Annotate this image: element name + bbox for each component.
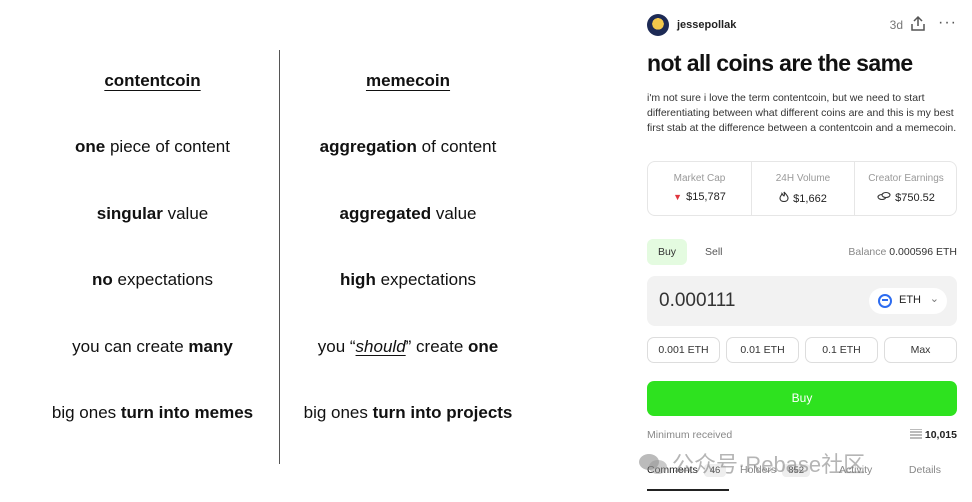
tab-details[interactable]: Details: [909, 464, 941, 476]
flame-icon: [779, 191, 789, 205]
coin-panel: jessepollak 3d ··· not all coins are the…: [647, 0, 963, 502]
max-button[interactable]: Max: [884, 337, 957, 363]
contentcoin-row: big ones turn into memes: [51, 403, 254, 422]
stats-card: Market Cap ▼ $15,787 24H Volume $1,662 Cr…: [647, 161, 957, 216]
watermark: 公众号·Rebase社区: [638, 447, 865, 483]
post-age: 3d: [889, 18, 903, 32]
stat-value-row: $750.52: [855, 191, 957, 204]
contentcoin-column: contentcoin one piece of content singula…: [20, 0, 285, 502]
more-options-icon[interactable]: ···: [938, 14, 957, 32]
post-header: jessepollak 3d ···: [647, 12, 963, 40]
memecoin-column: memecoin aggregation of content aggregat…: [283, 0, 533, 502]
amount-input[interactable]: [659, 288, 849, 314]
preset-button[interactable]: 0.01 ETH: [726, 337, 799, 363]
stat-creator-earnings: Creator Earnings $750.52: [854, 162, 957, 215]
stat-value: $750.52: [895, 192, 935, 204]
share-icon[interactable]: [909, 15, 927, 33]
contentcoin-row: one piece of content: [75, 137, 230, 156]
trade-tabs: Buy Sell Balance 0.000596 ETH: [647, 239, 963, 266]
memecoin-header: memecoin: [365, 71, 451, 90]
memecoin-row: high expectations: [339, 270, 477, 289]
memecoin-row: you “should” create one: [317, 337, 499, 356]
buy-button[interactable]: Buy: [647, 381, 957, 416]
chevron-down-icon: ⌄: [929, 293, 939, 305]
preset-button[interactable]: 0.1 ETH: [805, 337, 878, 363]
balance-value: 0.000596 ETH: [889, 246, 957, 258]
amount-presets: 0.001 ETH 0.01 ETH 0.1 ETH Max: [647, 337, 963, 363]
stat-label: Creator Earnings: [868, 173, 944, 184]
contentcoin-row: you can create many: [72, 337, 233, 356]
avatar[interactable]: [647, 14, 669, 36]
down-arrow-icon: ▼: [673, 192, 683, 202]
contentcoin-row: no expectations: [92, 270, 213, 289]
username-link[interactable]: jessepollak: [677, 19, 736, 31]
memecoin-row: aggregated value: [339, 204, 477, 223]
minimum-received-amount: 10,015: [924, 429, 957, 441]
stat-24h-volume: 24H Volume $1,662: [751, 162, 854, 215]
minimum-received-row: Minimum received 10,015: [647, 429, 963, 443]
sell-tab[interactable]: Sell: [705, 239, 723, 265]
eth-icon: [878, 294, 892, 308]
watermark-text: 公众号·Rebase社区: [672, 452, 866, 477]
post-body: i'm not sure i love the term contentcoin…: [647, 92, 957, 134]
coins-icon: [877, 191, 891, 204]
wechat-icon: [639, 454, 667, 474]
memecoin-row: big ones turn into projects: [303, 403, 513, 422]
balance-display: Balance 0.000596 ETH: [848, 239, 957, 265]
minimum-received-value: 10,015: [909, 429, 957, 441]
contentcoin-header: contentcoin: [104, 71, 201, 90]
buy-tab[interactable]: Buy: [647, 239, 687, 265]
stat-value: $1,662: [793, 193, 827, 205]
coin-stack-icon: [909, 429, 922, 439]
stat-value-row: ▼ $15,787: [648, 191, 751, 203]
post-title: not all coins are the same: [647, 50, 913, 76]
amount-field-box: ETH ⌄: [647, 276, 957, 326]
column-divider: [279, 50, 280, 464]
preset-button[interactable]: 0.001 ETH: [647, 337, 720, 363]
stat-label: 24H Volume: [775, 173, 831, 184]
contentcoin-row: singular value: [96, 204, 209, 223]
stat-label: Market Cap: [673, 173, 726, 184]
memecoin-row: aggregation of content: [319, 137, 497, 156]
active-tab-underline: [647, 489, 729, 491]
stat-value: $15,787: [686, 191, 726, 203]
minimum-received-label: Minimum received: [647, 429, 733, 441]
coin-selector[interactable]: ETH ⌄: [869, 288, 947, 314]
balance-label: Balance: [848, 246, 887, 258]
tab-label: Details: [908, 464, 941, 476]
comparison-table: contentcoin one piece of content singula…: [0, 0, 560, 502]
stat-market-cap: Market Cap ▼ $15,787: [648, 162, 751, 215]
stat-value-row: $1,662: [752, 191, 854, 205]
coin-label: ETH: [899, 294, 921, 306]
